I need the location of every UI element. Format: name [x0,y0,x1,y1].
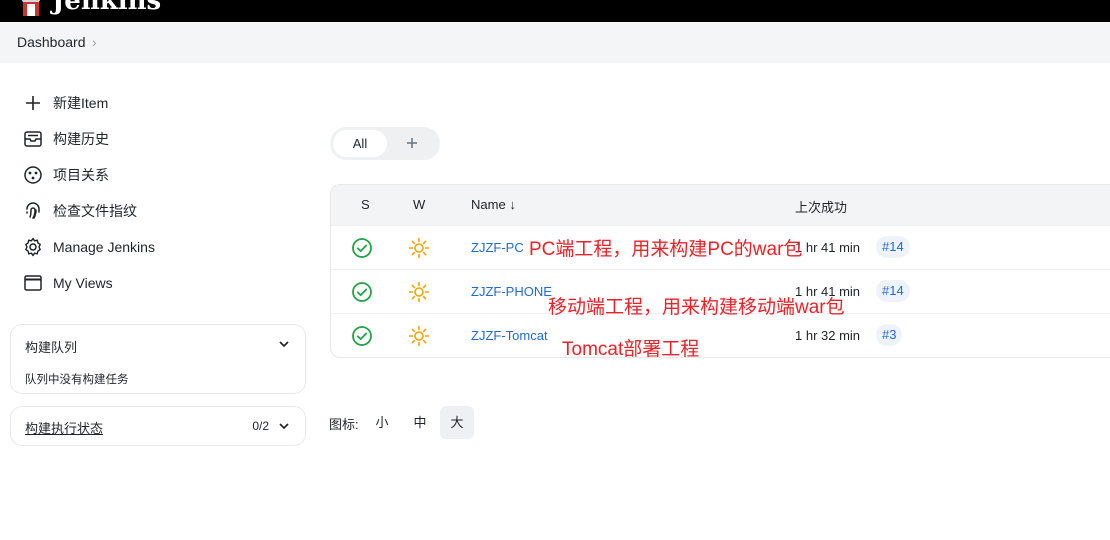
column-header-name[interactable]: Name ↓ [471,197,516,212]
sunny-icon[interactable] [408,237,430,259]
success-check-icon[interactable] [351,325,373,347]
icon-size-medium[interactable]: 中 [403,406,437,439]
sidebar-item-label: My Views [53,275,113,291]
table-header: S W Name ↓ 上次成功 [331,185,1110,225]
inbox-history-icon [24,131,42,147]
annotation-phone: 移动端工程，用来构建移动端war包 [548,297,845,318]
job-link[interactable]: ZJZF-PHONE [471,284,552,299]
job-link[interactable]: ZJZF-PC [471,240,524,255]
breadcrumb: Dashboard › [0,22,1110,63]
sidebar-item-label: 检查文件指纹 [53,203,137,219]
success-check-icon[interactable] [351,237,373,259]
icon-size-small[interactable]: 小 [365,406,399,439]
brand-title[interactable]: Jenkins [52,0,161,16]
sunny-icon[interactable] [408,325,430,347]
table-row: ZJZF-Tomcat 1 hr 32 min #3 [331,313,1110,357]
icon-size-label: 图标: [329,417,359,432]
sidebar-item-label: Manage Jenkins [53,239,155,255]
sidebar-item-label: 新建Item [53,95,109,111]
sunny-icon[interactable] [408,281,430,303]
sidebar-item-my-views[interactable]: My Views [22,271,302,295]
column-header-name-label: Name [471,197,506,212]
sidebar-item-build-history[interactable]: 构建历史 [22,127,302,151]
chevron-down-icon[interactable] [277,419,291,433]
last-success-time: 1 hr 32 min [795,328,861,343]
top-bar: Jenkins [0,0,1110,22]
fingerprint-icon [26,202,40,219]
sort-down-icon: ↓ [509,197,516,212]
jenkins-logo-icon[interactable] [18,0,44,16]
column-header-status[interactable]: S [361,197,370,212]
tab-all[interactable]: All [333,130,387,157]
chevron-down-icon[interactable] [277,337,291,351]
build-queue-empty-text: 队列中没有构建任务 [25,374,129,386]
sidebar-item-fingerprint[interactable]: 检查文件指纹 [22,199,302,223]
annotation-tomcat: Tomcat部署工程 [562,339,700,360]
build-number-link[interactable]: #3 [876,324,903,346]
annotation-pc: PC端工程，用来构建PC的war包 [529,239,803,260]
executor-status-panel: 构建执行状态 0/2 [10,406,306,446]
sidebar-item-label: 构建历史 [53,131,109,147]
column-header-weather[interactable]: W [413,197,425,212]
sidebar-item-new-item[interactable]: 新建Item [22,91,302,115]
sidebar-item-manage-jenkins[interactable]: Manage Jenkins [22,235,302,259]
sidebar-item-project-relationship[interactable]: 项目关系 [22,163,302,187]
view-tabs: All [330,127,440,160]
build-number-link[interactable]: #14 [876,280,910,302]
build-number-link[interactable]: #14 [876,236,910,258]
job-link[interactable]: ZJZF-Tomcat [471,328,548,343]
chevron-right-icon[interactable]: › [92,34,97,50]
add-view-plus-icon[interactable] [403,134,421,152]
jobs-table: S W Name ↓ 上次成功 ZJZF-PC 1 hr 41 min #14 … [330,184,1110,358]
plus-icon [26,96,40,110]
breadcrumb-dashboard[interactable]: Dashboard [17,34,86,50]
last-success-time: 1 hr 41 min [795,240,861,255]
build-queue-panel: 构建队列 队列中没有构建任务 [10,324,306,394]
column-header-last-success[interactable]: 上次成功 [795,197,847,216]
icon-size-large[interactable]: 大 [440,406,474,439]
sidebar-item-label: 项目关系 [53,167,109,183]
executor-status-title[interactable]: 构建执行状态 [25,418,103,437]
window-icon [24,275,42,291]
success-check-icon[interactable] [351,281,373,303]
relationship-icon [24,166,42,184]
gear-icon [25,237,41,257]
build-queue-title[interactable]: 构建队列 [25,337,77,356]
executor-count: 0/2 [252,419,269,433]
